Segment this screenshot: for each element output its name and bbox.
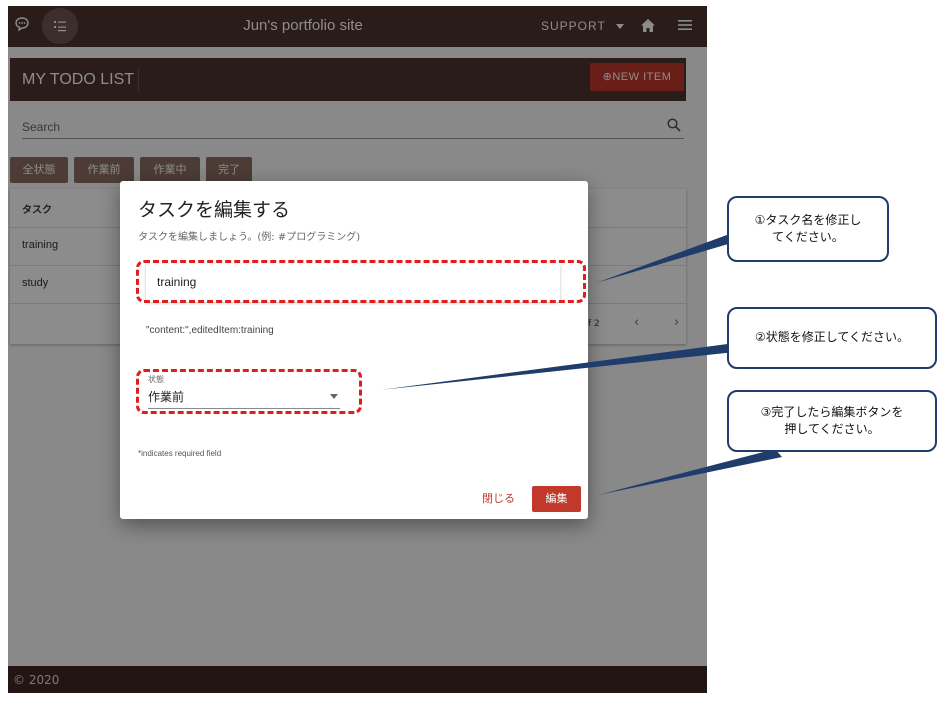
callout-3: ③完了したら編集ボタンを 押してください。 [727,390,937,452]
callout-2: ②状態を修正してください。 [727,307,937,369]
callout-1: ①タスク名を修正し てください。 [727,196,889,262]
